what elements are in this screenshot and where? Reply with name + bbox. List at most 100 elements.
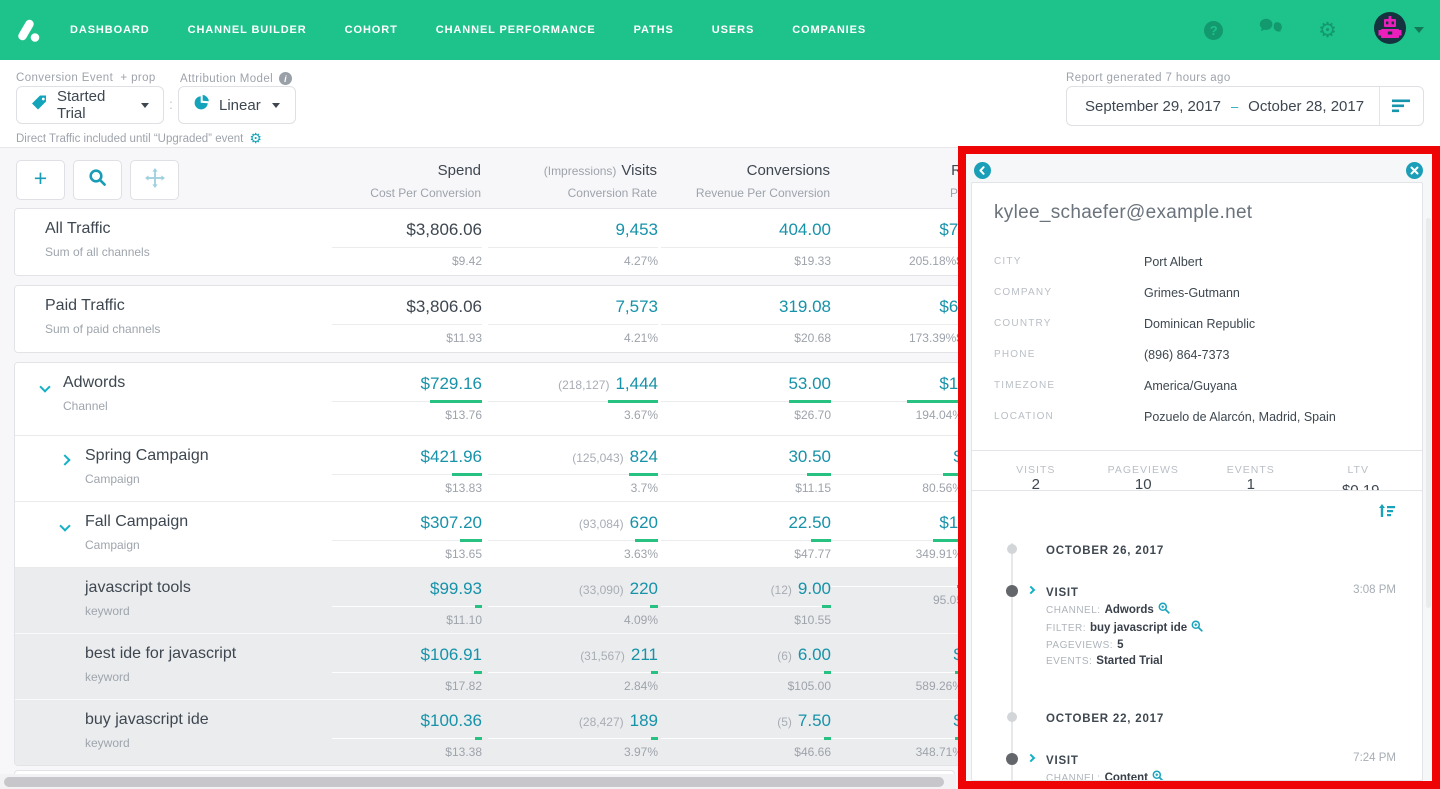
row-type: keyword (85, 604, 332, 618)
user-field-row: COUNTRY Dominican Republic (994, 308, 1400, 339)
date-range-picker[interactable]: September 29, 2017 – October 28, 2017 (1066, 86, 1424, 126)
conversions-cell: (5)7.50 $46.66 (661, 711, 831, 759)
date-filter-icon[interactable] (1379, 87, 1423, 125)
search-button[interactable] (73, 160, 122, 200)
row-title: buy javascript ide (85, 711, 332, 729)
nav-item[interactable]: CHANNEL BUILDER (188, 24, 307, 36)
zoom-in-icon[interactable] (1152, 770, 1164, 781)
timeline-visit: VISIT 3:08 PM CHANNEL: Adwords FILTER: b… (972, 583, 1422, 669)
direct-traffic-note: Direct Traffic included until “Upgraded”… (16, 130, 262, 147)
expand-chevron-icon[interactable] (1027, 586, 1035, 594)
column-header-visits[interactable]: (Impressions)Visits Conversion Rate (487, 162, 657, 200)
chevron-down-icon (141, 103, 149, 108)
horizontal-scrollbar-thumb[interactable] (4, 777, 944, 787)
divider (661, 247, 831, 249)
expand-chevron-icon[interactable] (1027, 754, 1035, 762)
divider (332, 606, 482, 608)
reorder-button[interactable] (130, 160, 179, 200)
settings-gear-icon[interactable]: ⚙ (1318, 20, 1337, 41)
conversions-cell: 319.08 $20.68 (661, 297, 831, 345)
timeline-visit: VISIT 7:24 PM CHANNEL: Content FILTER: O… (972, 751, 1422, 781)
revenue-cell: 95.05 (831, 579, 963, 607)
contribution-bar (907, 400, 963, 403)
nav-right-icons: ? ⚙ (1204, 11, 1440, 50)
contribution-bar (651, 671, 658, 674)
nav-item[interactable]: PATHS (634, 24, 674, 36)
conversions-cell: 22.50 $47.77 (661, 513, 831, 561)
divider (332, 247, 482, 249)
close-button[interactable] (1406, 162, 1423, 179)
contribution-bar (635, 539, 658, 542)
attribution-logo-icon[interactable] (14, 15, 44, 45)
column-header-conversions[interactable]: Conversions Revenue Per Conversion (660, 162, 830, 200)
row-name-cell: Spring Campaign Campaign (15, 447, 332, 486)
add-prop-link[interactable]: + prop (120, 72, 155, 84)
user-field-row: PHONE (896) 864-7373 (994, 339, 1400, 370)
contribution-bar (651, 737, 658, 740)
chat-icon[interactable] (1259, 18, 1282, 42)
add-channel-button[interactable]: + (16, 160, 65, 200)
zoom-in-icon[interactable] (1158, 602, 1170, 619)
divider (831, 247, 963, 249)
visits-cell: (31,567)211 2.84% (488, 645, 658, 693)
user-email[interactable]: kylee_schaefer@example.net (972, 183, 1422, 232)
contribution-bar (811, 539, 831, 542)
divider (488, 474, 658, 476)
revenue-cell: $6, 173.39%$ (831, 297, 963, 345)
user-field-row: TIMEZONE America/Guyana (994, 370, 1400, 401)
field-label: LOCATION (994, 411, 1144, 422)
column-header-spend[interactable]: Spend Cost Per Conversion (331, 162, 481, 200)
info-icon[interactable]: i (279, 72, 292, 85)
panel-scrollbar-thumb[interactable] (1426, 218, 1431, 608)
field-value: America/Guyana (1144, 379, 1237, 393)
date-end: October 28, 2017 (1248, 98, 1364, 115)
expand-chevron-icon[interactable] (59, 520, 70, 531)
divider (661, 401, 831, 403)
avatar (1373, 11, 1407, 50)
nav-item[interactable]: COHORT (345, 24, 398, 36)
note-settings-gear-icon[interactable]: ⚙ (249, 130, 262, 147)
visits-cell: (28,427)189 3.97% (488, 711, 658, 759)
column-header-revenue[interactable]: R Pr (830, 162, 962, 200)
stat-label: EVENTS (1197, 464, 1305, 476)
divider (661, 672, 831, 674)
contribution-bar (608, 400, 658, 403)
nav-item[interactable]: DASHBOARD (70, 24, 150, 36)
spend-cell: $421.96 $13.83 (332, 447, 482, 495)
contribution-bar (789, 400, 831, 403)
row-title: best ide for javascript (85, 645, 332, 663)
expand-chevron-icon[interactable] (59, 454, 70, 465)
timeline-visit-dot (1006, 585, 1018, 597)
nav-item[interactable]: USERS (712, 24, 754, 36)
timeline-visit-dot (1006, 753, 1018, 765)
timeline-date-dot (1007, 544, 1017, 554)
user-field-row: COMPANY Grimes-Gutmann (994, 277, 1400, 308)
user-menu[interactable] (1373, 11, 1424, 50)
field-label: TIMEZONE (994, 380, 1144, 391)
visits-cell: 7,573 4.21% (488, 297, 658, 345)
attribution-model-dropdown[interactable]: Linear (178, 86, 296, 124)
move-arrows-icon (145, 168, 165, 193)
divider (332, 474, 482, 476)
contribution-bar (650, 605, 658, 608)
separator: : (169, 96, 173, 112)
help-icon[interactable]: ? (1204, 21, 1223, 40)
report-toolbar: Conversion Event + prop Attribution Mode… (0, 60, 1440, 148)
field-value: Pozuelo de Alarcón, Madrid, Spain (1144, 410, 1336, 424)
visit-detail-line: CHANNEL: Adwords (1046, 602, 1422, 619)
field-label: PHONE (994, 349, 1144, 360)
contribution-bar (824, 737, 831, 740)
nav-item[interactable]: CHANNEL PERFORMANCE (436, 24, 596, 36)
revenue-cell: $ 80.56% (831, 447, 963, 495)
conversions-cell: (12)9.00 $10.55 (661, 579, 831, 627)
conversion-event-dropdown[interactable]: Started Trial (16, 86, 164, 124)
user-detail-panel: kylee_schaefer@example.net CITY Port Alb… (958, 146, 1440, 789)
zoom-in-icon[interactable] (1191, 620, 1203, 637)
field-value: Port Albert (1144, 255, 1202, 269)
row-type: Campaign (85, 538, 332, 552)
date-separator: – (1231, 99, 1238, 114)
back-button[interactable] (974, 162, 991, 179)
expand-chevron-icon[interactable] (39, 381, 50, 392)
activity-timeline-card: OCTOBER 26, 2017 VISIT 3:08 PM CHANNEL: … (971, 490, 1423, 781)
nav-item[interactable]: COMPANIES (792, 24, 866, 36)
